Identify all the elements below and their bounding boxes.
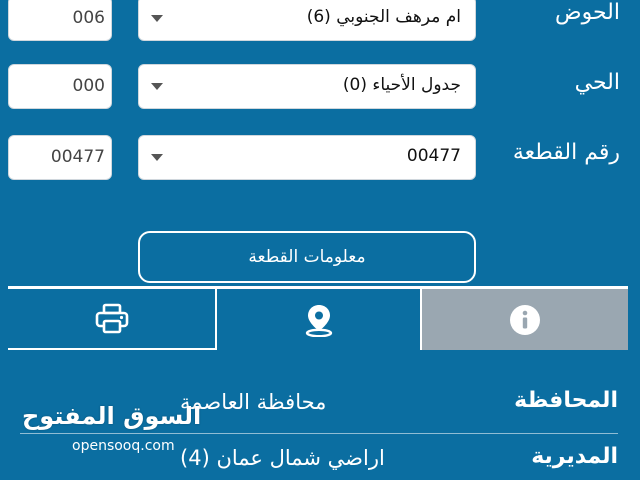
basin-selected-value: ام مرهف الجنوبي (6) — [306, 7, 461, 27]
district-label: الحي — [574, 70, 620, 95]
plot-number-select[interactable]: 00477 — [138, 135, 476, 180]
tab-print[interactable] — [8, 289, 215, 350]
governorate-label: المحافظة — [514, 388, 618, 413]
district-select[interactable]: جدول الأحياء (0) — [138, 64, 476, 109]
tab-location[interactable] — [215, 289, 422, 350]
chevron-down-icon — [151, 154, 163, 161]
plot-info-button-label: معلومات القطعة — [248, 247, 366, 267]
plot-selected-value: 00477 — [406, 146, 461, 166]
directorate-value: اراضي شمال عمان (4) — [180, 446, 385, 470]
tab-bar — [8, 286, 628, 350]
printer-icon — [95, 303, 128, 333]
plot-info-button[interactable]: معلومات القطعة — [138, 231, 476, 283]
chevron-down-icon — [151, 15, 163, 22]
basin-select[interactable]: ام مرهف الجنوبي (6) — [138, 0, 476, 41]
map-pin-icon — [305, 304, 332, 337]
district-code-value: 000 — [72, 76, 105, 96]
chevron-down-icon — [151, 83, 163, 90]
watermark-site: opensooq.com — [72, 438, 175, 454]
land-info-screen: الحوض ام مرهف الجنوبي (6) 006 الحي جدول … — [0, 0, 640, 480]
tab-info[interactable] — [422, 289, 628, 350]
district-code-field[interactable]: 000 — [8, 64, 112, 109]
directorate-label: المديرية — [531, 444, 618, 469]
basin-code-field[interactable]: 006 — [8, 0, 112, 41]
governorate-value: محافظة العاصمة — [180, 390, 327, 414]
opensooq-watermark: السوق المفتوح opensooq.com — [20, 398, 201, 468]
plot-number-label: رقم القطعة — [512, 140, 620, 165]
plot-code-value: 00477 — [50, 147, 105, 167]
district-selected-value: جدول الأحياء (0) — [342, 75, 461, 95]
basin-label: الحوض — [555, 0, 620, 25]
plot-code-field[interactable]: 00477 — [8, 135, 112, 180]
basin-code-value: 006 — [72, 8, 105, 28]
info-icon — [510, 304, 540, 335]
watermark-brand: السوق المفتوح — [22, 402, 202, 430]
